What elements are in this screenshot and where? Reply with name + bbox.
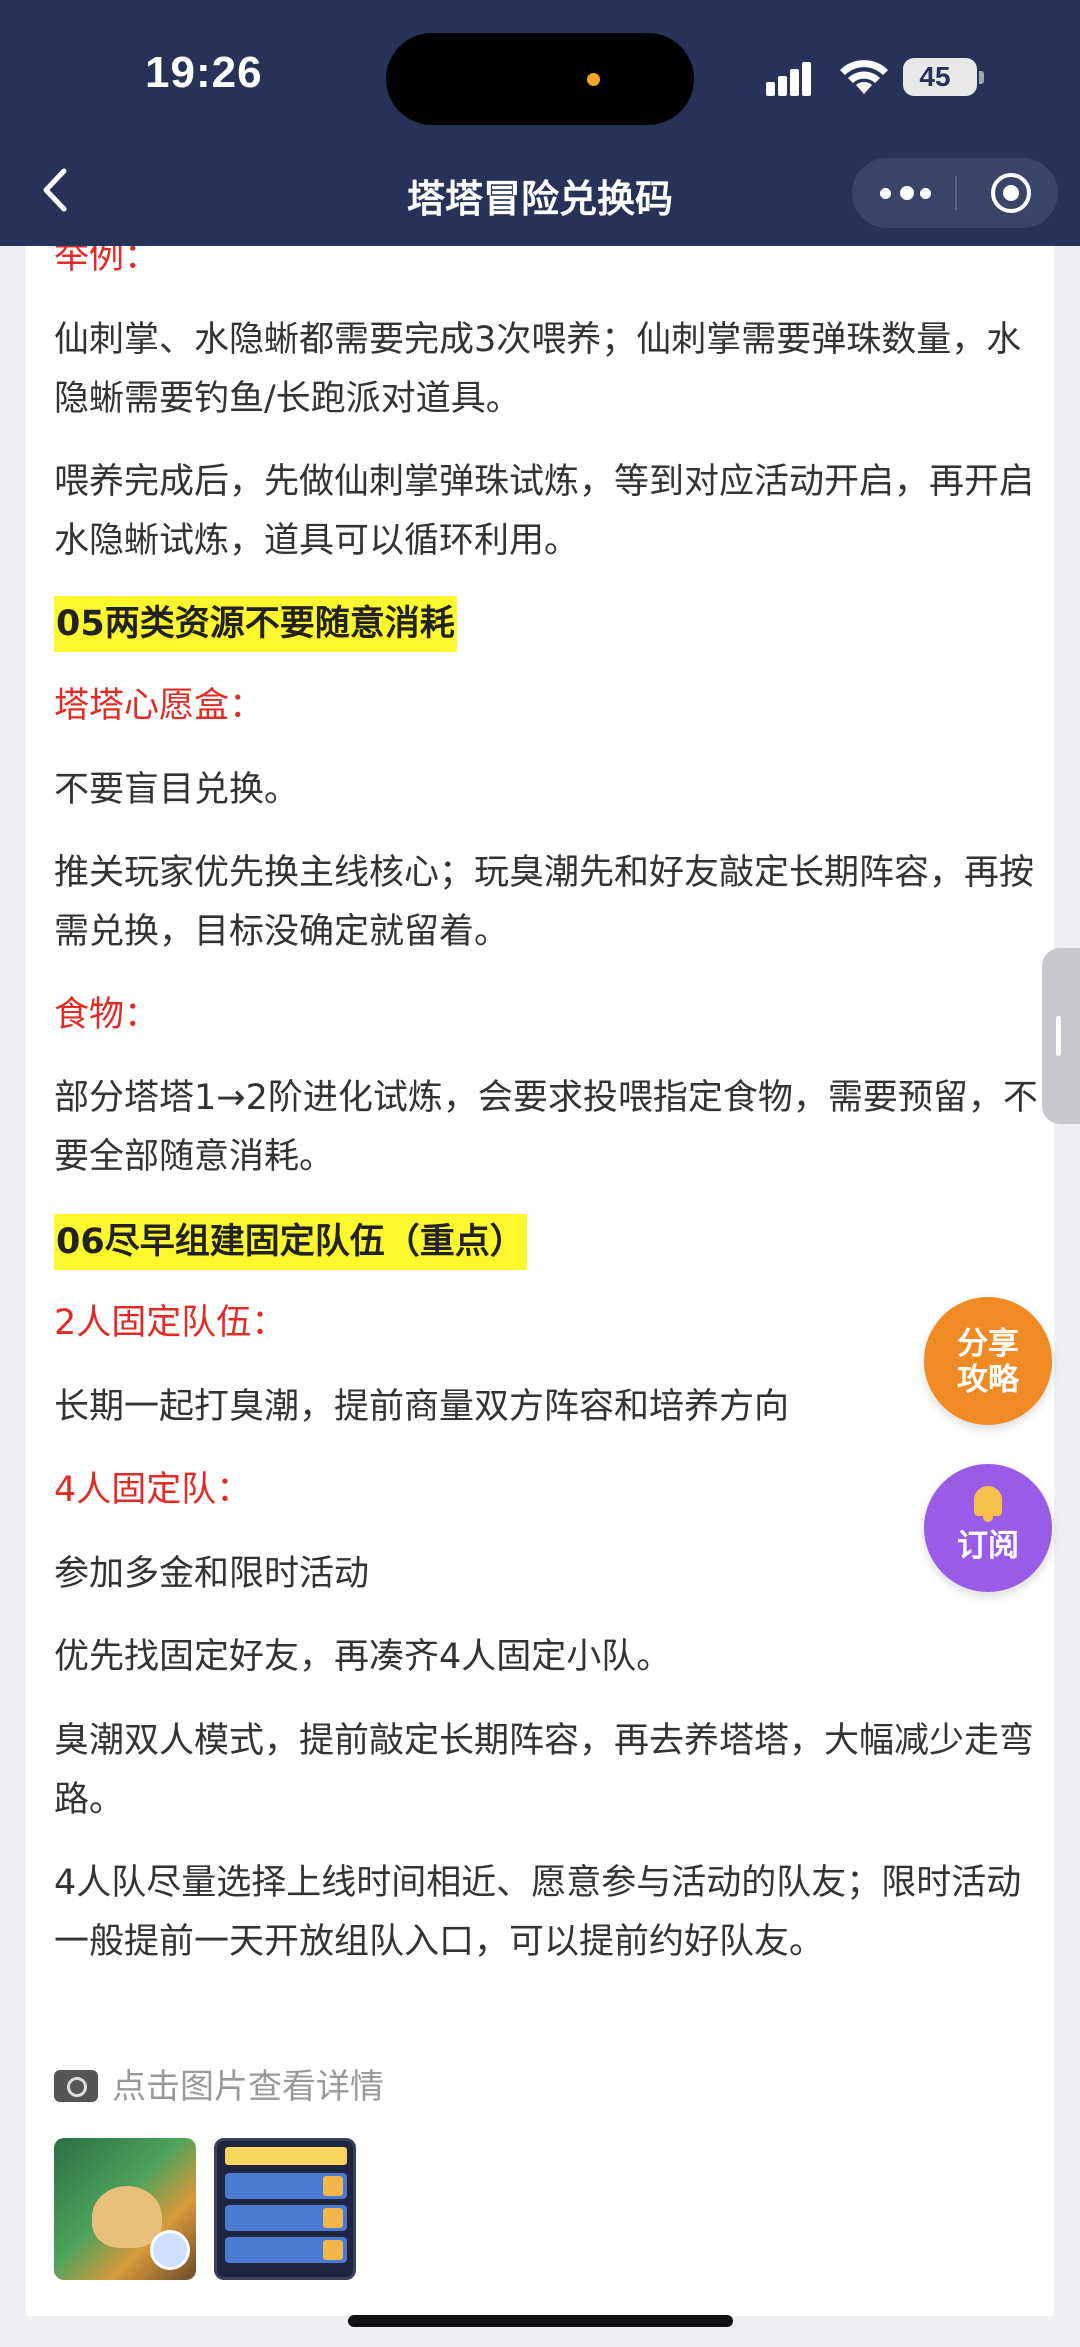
paragraph: 4人队尽量选择上线时间相近、愿意参与活动的队友；限时活动一般提前一天开放组队入口…: [54, 1863, 1022, 1962]
home-indicator[interactable]: [348, 2315, 733, 2327]
share-guide-button[interactable]: 分享攻略: [924, 1297, 1052, 1425]
subscribe-button[interactable]: 订阅: [924, 1464, 1052, 1592]
task-row: [225, 2205, 347, 2231]
close-target-icon[interactable]: [991, 173, 1031, 213]
capsule-divider: [955, 176, 957, 210]
battery-level: 45: [919, 61, 951, 92]
sub-heading-food: 食物：: [54, 995, 160, 1035]
cellular-signal-icon: [766, 60, 820, 96]
status-time: 19:26: [145, 48, 263, 97]
bubble-icon: [150, 2230, 190, 2270]
bell-icon: [968, 1484, 1008, 1524]
paragraph: 推关玩家优先换主线核心；玩臭潮先和好友敲定长期阵容，再按需兑换，目标没确定就留着…: [54, 853, 1035, 952]
mini-program-capsule: [852, 158, 1058, 228]
image-thumbnail[interactable]: [214, 2138, 356, 2280]
battery-icon: 45: [903, 58, 984, 96]
section-heading-05: 05两类资源不要随意消耗: [54, 596, 457, 652]
photo-tip-label: 点击图片查看详情: [112, 2067, 384, 2107]
wifi-icon: [840, 60, 888, 94]
more-icon[interactable]: [880, 182, 940, 204]
dynamic-island: [386, 33, 694, 125]
top-bar: 19:26 45 塔塔冒险兑换码: [0, 0, 1080, 246]
camera-icon: [54, 2070, 98, 2102]
camera-dot-icon: [587, 73, 600, 86]
paragraph: 部分塔塔1→2阶进化试炼，会要求投喂指定食物，需要预留，不要全部随意消耗。: [54, 1078, 1038, 1177]
paragraph: 喂养完成后，先做仙刺掌弹珠试炼，等到对应活动开启，再开启水隐蜥试炼，道具可以循环…: [54, 462, 1035, 561]
pet-illustration: [92, 2186, 162, 2248]
sub-heading-wishbox: 塔塔心愿盒：: [54, 686, 265, 726]
share-guide-label: 分享攻略: [957, 1326, 1019, 1398]
sub-heading-team4: 4人固定队：: [54, 1470, 252, 1510]
article-card: 举例： 仙刺掌、水隐蜥都需要完成3次喂养；仙刺掌需要弹珠数量，水隐蜥需要钓鱼/长…: [26, 246, 1054, 2316]
task-header: [225, 2147, 347, 2165]
paragraph: 优先找固定好友，再凑齐4人固定小队。: [54, 1637, 672, 1677]
subscribe-label: 订阅: [957, 1528, 1019, 1564]
side-drawer-handle[interactable]: [1042, 948, 1080, 1124]
paragraph: 仙刺掌、水隐蜥都需要完成3次喂养；仙刺掌需要弹珠数量，水隐蜥需要钓鱼/长跑派对道…: [54, 320, 1022, 419]
paragraph: 臭潮双人模式，提前敲定长期阵容，再去养塔塔，大幅减少走弯路。: [54, 1721, 1035, 1820]
partial-heading: 举例：: [54, 246, 160, 277]
image-thumbnail[interactable]: [54, 2138, 196, 2280]
photo-tip[interactable]: 点击图片查看详情: [54, 2062, 384, 2112]
paragraph: 参加多金和限时活动: [54, 1554, 370, 1594]
task-row: [225, 2237, 347, 2263]
section-heading-06: 06尽早组建固定队伍（重点）: [54, 1214, 527, 1270]
paragraph: 不要盲目兑换。: [54, 770, 300, 810]
paragraph: 长期一起打臭潮，提前商量双方阵容和培养方向: [54, 1387, 790, 1427]
task-row: [225, 2173, 347, 2199]
sub-heading-team2: 2人固定队伍：: [54, 1303, 287, 1343]
